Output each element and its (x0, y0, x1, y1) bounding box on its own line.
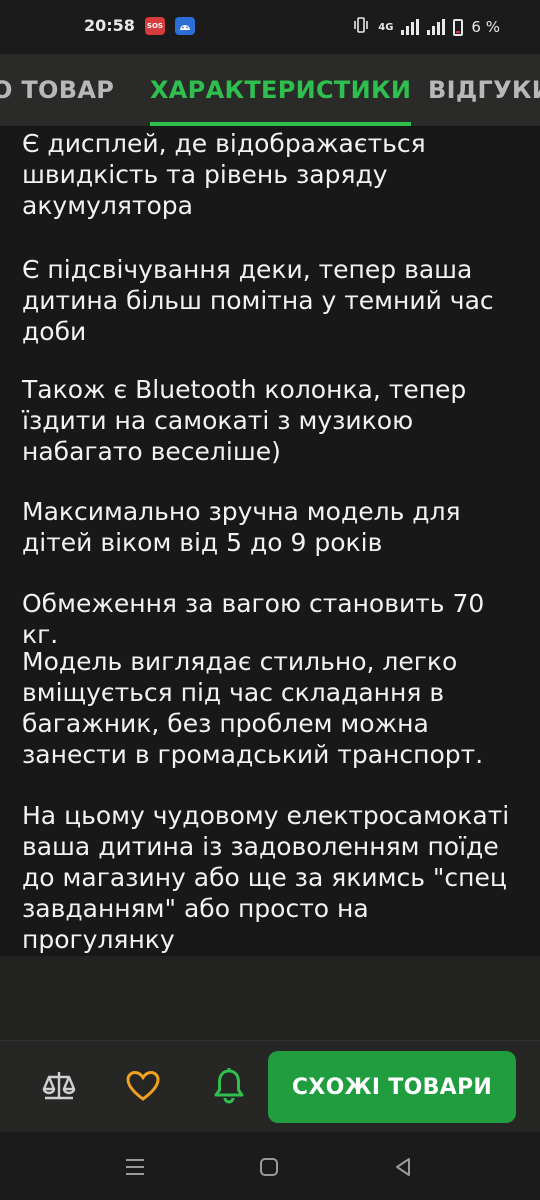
tab-reviews-label: ВІДГУКИ (428, 76, 540, 104)
system-nav-bar (0, 1132, 540, 1200)
feature-paragraph: Є дисплей, де відображається швидкість т… (22, 129, 426, 220)
tab-characteristics[interactable]: ХАРАКТЕРИСТИКИ (150, 54, 412, 126)
compare-button[interactable] (34, 1061, 84, 1111)
tab-about[interactable]: О ТОВАР (0, 54, 114, 126)
network-type: 4G (378, 21, 394, 33)
signal-icon-2 (427, 19, 446, 35)
favorite-button[interactable] (118, 1061, 168, 1111)
android-icon (174, 16, 195, 35)
back-icon (396, 1158, 410, 1176)
feature-paragraph: Максимально зручна модель для дітей віко… (22, 497, 461, 557)
product-tabs: О ТОВАР ХАРАКТЕРИСТИКИ ВІДГУКИ (0, 54, 540, 126)
status-right: 4G 6 % (352, 16, 500, 38)
feature-paragraph: Є підсвічування деки, тепер ваша дитина … (22, 255, 494, 346)
status-bar: 20:58 SOS 4G 6 % (0, 0, 540, 54)
feature-paragraph: Також є Bluetooth колонка, тепер їздити … (22, 375, 467, 466)
recent-apps-button[interactable] (120, 1152, 150, 1182)
content-footer-gap (0, 956, 540, 1040)
home-button[interactable] (254, 1152, 284, 1182)
recent-apps-icon (126, 1159, 144, 1175)
characteristics-content: Є дисплей, де відображається швидкість т… (0, 126, 540, 956)
status-time: 20:58 (84, 16, 135, 35)
heart-icon (126, 1070, 160, 1101)
notify-button[interactable] (204, 1061, 254, 1111)
tab-about-label: О ТОВАР (0, 76, 115, 104)
feature-paragraph: На цьому чудовому електросамокаті ваша д… (22, 801, 510, 954)
bottom-action-bar: СХОЖІ ТОВАРИ (0, 1040, 540, 1133)
similar-products-button[interactable]: СХОЖІ ТОВАРИ (268, 1051, 516, 1123)
vibrate-icon (352, 16, 370, 38)
compare-scale-icon (42, 1072, 76, 1100)
battery-icon (453, 18, 464, 36)
similar-products-label: СХОЖІ ТОВАРИ (291, 1074, 493, 1100)
status-left: 20:58 SOS (84, 16, 195, 35)
tab-reviews[interactable]: ВІДГУКИ (428, 54, 540, 126)
bell-icon (214, 1068, 244, 1104)
home-icon (260, 1158, 278, 1176)
feature-paragraph: Модель виглядає стильно, легко вміщуєтьс… (22, 647, 484, 769)
feature-paragraph: Обмеження за вагою становить 70 кг. (22, 589, 485, 649)
signal-icon (401, 19, 420, 35)
tab-characteristics-label: ХАРАКТЕРИСТИКИ (150, 76, 412, 104)
back-button[interactable] (388, 1152, 418, 1182)
battery-percent: 6 % (471, 18, 500, 36)
sos-icon: SOS (144, 16, 165, 35)
